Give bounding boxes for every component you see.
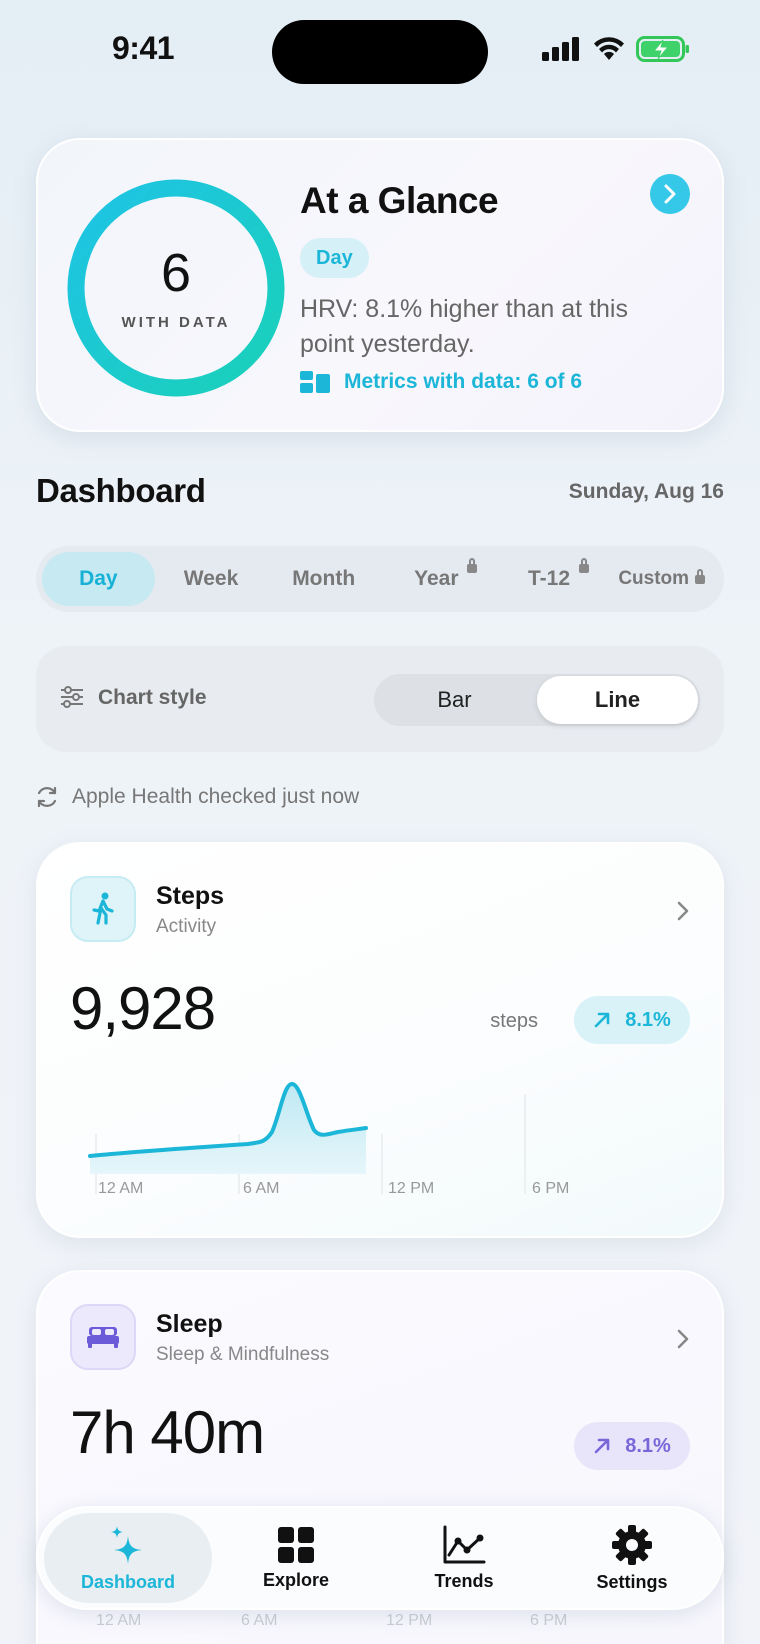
lock-icon [579, 558, 590, 573]
tab-settings[interactable]: Settings [548, 1513, 716, 1603]
segment-custom[interactable]: Custom [605, 552, 718, 606]
sleep-change-badge: 8.1% [574, 1422, 690, 1470]
chart-style-toggle: Bar Line [374, 674, 700, 726]
trends-icon [443, 1525, 486, 1563]
x-tick-label: 6 AM [243, 1180, 280, 1197]
tab-label: Dashboard [80, 1571, 176, 1592]
dynamic-island [272, 20, 488, 84]
chart-style-row: Chart style Bar Line [36, 646, 724, 752]
tab-trends[interactable]: Trends [380, 1513, 548, 1603]
tab-explore[interactable]: Explore [212, 1513, 380, 1603]
lock-icon [695, 568, 706, 584]
period-segmented-control: Day Week Month Year T-12 Custom [36, 546, 724, 612]
segment-label: Custom [618, 568, 690, 589]
segment-year[interactable]: Year [380, 552, 493, 606]
x-tick-label: 6 PM [532, 1180, 570, 1197]
at-a-glance-card[interactable]: 6 WITH DATA At a Glance Day HRV: 8.1% hi… [36, 138, 724, 432]
grid-icon [278, 1526, 314, 1563]
steps-icon-tile [70, 876, 136, 942]
x-tick-label: 12 AM [96, 1612, 142, 1629]
health-sync-label: Apple Health checked just now [72, 785, 360, 808]
segment-label: Year [414, 567, 459, 590]
chevron-right-icon [664, 184, 676, 204]
sparkles-icon [111, 1525, 142, 1564]
metrics-with-data-label: Metrics with data: 6 of 6 [344, 370, 583, 393]
status-bar: 9:41 [0, 0, 760, 100]
metrics-count: 6 [160, 243, 192, 303]
tab-label: Explore [262, 1569, 330, 1590]
tab-bar: Dashboard Explore Trends Settings [36, 1506, 724, 1610]
wifi-icon [594, 37, 624, 60]
tab-label: Settings [596, 1571, 668, 1592]
segment-label: T-12 [528, 567, 571, 590]
glance-description: HRV: 8.1% higher than at this point yest… [300, 295, 628, 358]
x-tick-label: 12 AM [98, 1180, 144, 1197]
period-chip: Day [300, 238, 369, 278]
segment-label: Month [292, 567, 356, 590]
steps-card[interactable]: Steps Activity 9,928 steps 8.1% 12 AM 6 … [36, 842, 724, 1238]
steps-line-chart [88, 1082, 526, 1194]
walking-icon [92, 892, 114, 925]
steps-change-value: 8.1% [625, 1008, 671, 1031]
dashboard-title: Dashboard [36, 472, 206, 509]
gear-icon [612, 1524, 652, 1565]
segment-label: Day [79, 567, 118, 590]
segment-week[interactable]: Week [155, 552, 268, 606]
x-tick-label: 12 PM [388, 1180, 435, 1197]
segment-month[interactable]: Month [267, 552, 380, 606]
steps-area [90, 1084, 366, 1174]
segment-t12[interactable]: T-12 [493, 552, 606, 606]
steps-unit: steps [490, 1010, 538, 1032]
sleep-change-value: 8.1% [625, 1434, 671, 1457]
arrow-up-right-icon [594, 1438, 610, 1454]
cellular-signal-icon [542, 37, 579, 61]
line-option[interactable]: Line [537, 676, 698, 724]
sliders-icon [61, 686, 83, 708]
steps-change-badge: 8.1% [574, 996, 690, 1044]
tab-dashboard[interactable]: Dashboard [44, 1513, 212, 1603]
sleep-title: Sleep [156, 1310, 223, 1338]
metrics-with-data: Metrics with data: 6 of 6 [300, 370, 582, 394]
sleep-icon-tile [70, 1304, 136, 1370]
tab-label: Trends [434, 1570, 494, 1591]
sleep-subtitle: Sleep & Mindfulness [156, 1344, 330, 1365]
x-tick-label: 12 PM [386, 1612, 433, 1629]
segment-day[interactable]: Day [42, 552, 155, 606]
steps-title: Steps [156, 882, 225, 910]
x-tick-label: 6 AM [241, 1612, 278, 1629]
battery-charging-icon [636, 36, 689, 62]
health-sync-status: Apple Health checked just now [34, 784, 359, 810]
metrics-count-label: WITH DATA [121, 314, 231, 331]
chevron-right-icon[interactable] [676, 900, 690, 922]
refresh-icon [37, 786, 57, 808]
arrow-up-right-icon [594, 1012, 610, 1028]
bed-icon [87, 1327, 119, 1348]
chevron-right-icon[interactable] [676, 1328, 690, 1350]
glance-open-button[interactable] [650, 174, 690, 214]
status-icons [542, 36, 690, 62]
steps-value: 9,928 [70, 975, 216, 1042]
chart-style-label: Chart style [98, 686, 207, 709]
segment-label: Week [183, 567, 239, 590]
x-tick-label: 6 PM [530, 1612, 568, 1629]
status-time: 9:41 [112, 30, 175, 66]
widgets-icon [300, 371, 330, 393]
glance-title: At a Glance [300, 180, 499, 221]
bar-option[interactable]: Bar [374, 674, 535, 726]
sleep-value: 7h 40m [70, 1399, 265, 1466]
lock-icon [466, 558, 477, 573]
steps-subtitle: Activity [156, 916, 217, 937]
dashboard-date: Sunday, Aug 16 [568, 480, 724, 503]
